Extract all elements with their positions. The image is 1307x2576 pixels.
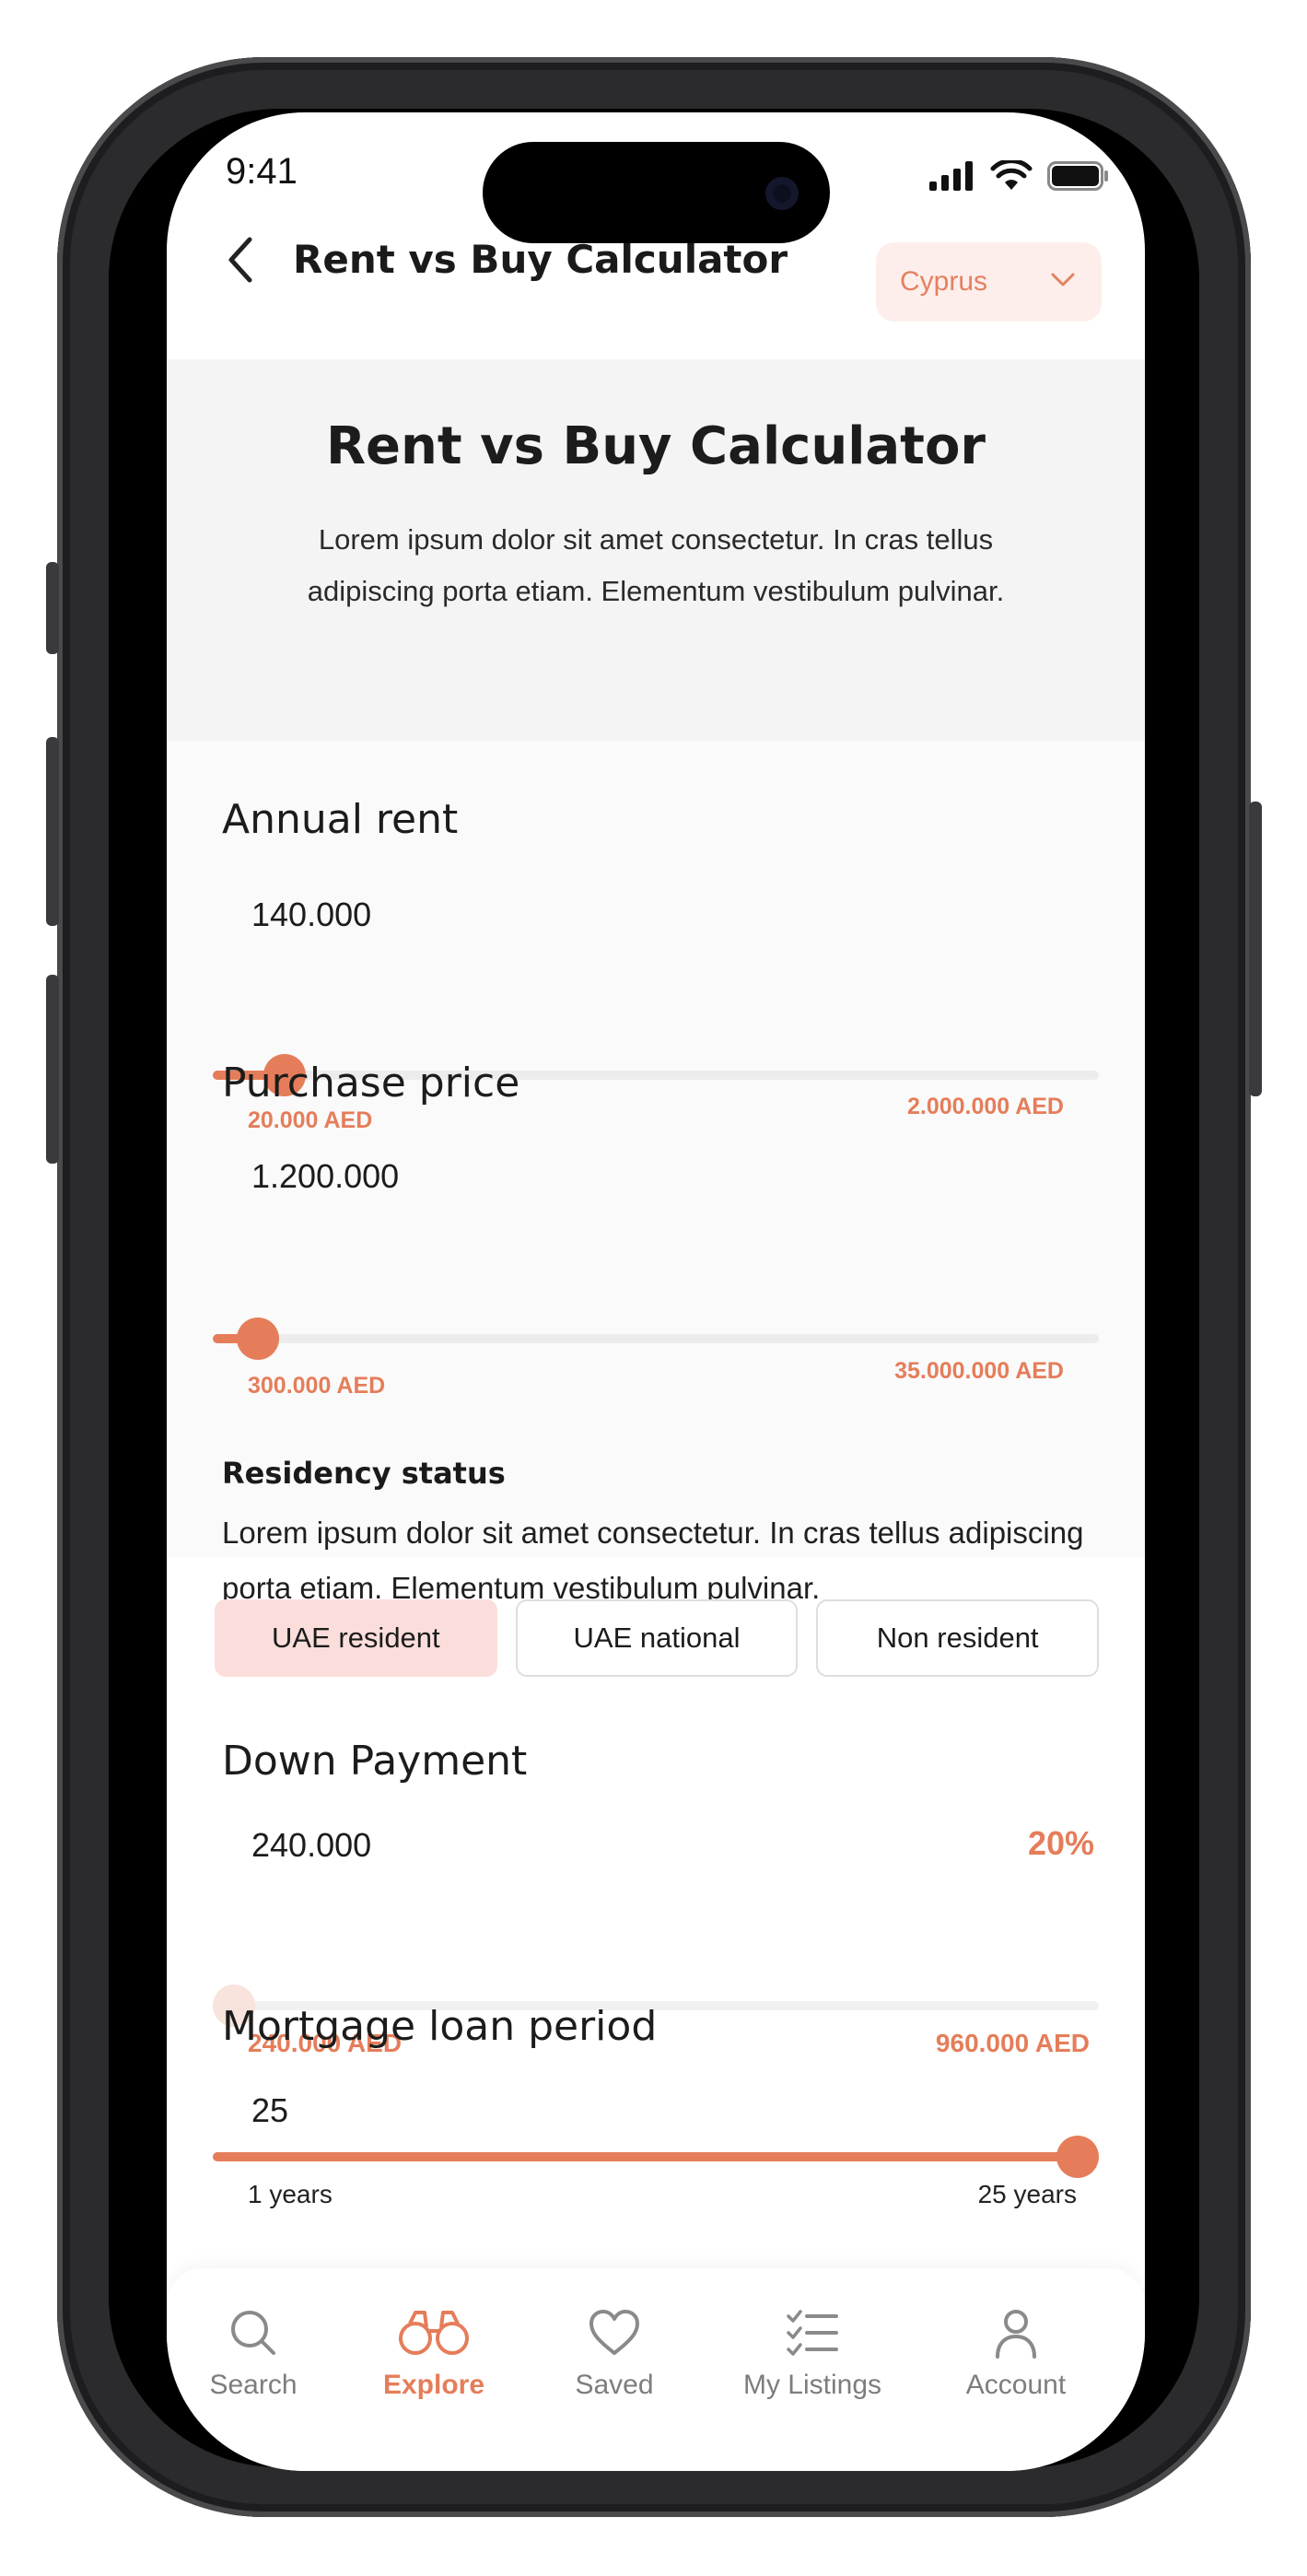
bottom-navigation: Search Explore Saved My Listings Account	[167, 2268, 1145, 2471]
mortgage-period-slider-fill	[213, 2152, 1078, 2161]
residency-status-title: Residency status	[222, 1456, 506, 1491]
country-dropdown[interactable]: Cyprus	[876, 242, 1102, 322]
volume-up-button	[46, 737, 59, 926]
header-title: Rent vs Buy Calculator	[293, 237, 788, 282]
app-header: Rent vs Buy Calculator Cyprus	[167, 112, 1145, 359]
search-icon	[231, 2311, 275, 2355]
nav-search[interactable]: Search	[170, 2305, 336, 2401]
annual-rent-min: 20.000 AED	[248, 1107, 373, 1133]
option-non-resident[interactable]: Non resident	[816, 1599, 1100, 1677]
nav-saved[interactable]: Saved	[531, 2305, 697, 2401]
intro-title: Rent vs Buy Calculator	[325, 416, 986, 476]
annual-rent-label: Annual rent	[222, 796, 459, 843]
mortgage-period-min: 1 years	[248, 2180, 333, 2208]
purchase-price-slider[interactable]	[213, 1317, 1099, 1360]
chevron-down-icon	[1051, 273, 1075, 287]
back-arrow-icon[interactable]	[222, 232, 259, 287]
residency-options: UAE resident UAE national Non resident	[215, 1599, 1100, 1677]
down-payment-max: 960.000 AED	[935, 2029, 1090, 2057]
mortgage-period-max: 25 years	[977, 2180, 1077, 2208]
screen: 9:41 Rent vs Buy Calculator Lorem ipsum …	[167, 112, 1145, 2471]
nav-account-label: Account	[965, 2370, 1067, 2400]
nav-my-listings[interactable]: My Listings	[716, 2305, 909, 2401]
option-uae-resident[interactable]: UAE resident	[215, 1599, 497, 1677]
nav-account[interactable]: Account	[933, 2305, 1099, 2401]
power-button	[1249, 802, 1262, 1096]
checklist-icon	[787, 2310, 838, 2356]
user-icon	[996, 2310, 1036, 2359]
purchase-price-max: 35.000.000 AED	[894, 1358, 1064, 1384]
annual-rent-value[interactable]: 140.000	[251, 896, 371, 934]
purchase-price-min: 300.000 AED	[248, 1373, 386, 1399]
purchase-price-label: Purchase price	[222, 1060, 520, 1107]
intro-panel: Rent vs Buy Calculator Lorem ipsum dolor…	[167, 359, 1145, 741]
option-uae-national[interactable]: UAE national	[515, 1599, 799, 1677]
volume-down-button	[46, 975, 59, 1164]
down-payment-label: Down Payment	[222, 1738, 528, 1785]
action-button	[46, 562, 59, 654]
heart-icon	[589, 2310, 639, 2355]
mortgage-period-value[interactable]: 25	[251, 2091, 288, 2130]
calculator-inputs: Annual rent 140.000 20.000 AED 2.000.000…	[167, 741, 1145, 1605]
intro-description: Lorem ipsum dolor sit amet consectetur. …	[307, 523, 1005, 607]
nav-saved-label: Saved	[575, 2370, 654, 2400]
mortgage-period-label: Mortgage loan period	[222, 2003, 658, 2050]
nav-my-listings-label: My Listings	[742, 2370, 882, 2400]
mortgage-period-slider-thumb[interactable]	[1056, 2136, 1099, 2178]
purchase-price-slider-thumb[interactable]	[236, 1317, 279, 1360]
annual-rent-max: 2.000.000 AED	[906, 1094, 1064, 1119]
nav-search-label: Search	[209, 2370, 298, 2400]
mortgage-period-slider[interactable]	[213, 2136, 1099, 2178]
nav-explore[interactable]: Explore	[351, 2305, 517, 2401]
down-payment-value[interactable]: 240.000	[251, 1826, 371, 1865]
down-payment-percent: 20%	[1027, 1824, 1094, 1862]
binoculars-icon	[399, 2311, 469, 2355]
purchase-price-value[interactable]: 1.200.000	[251, 1157, 399, 1196]
nav-explore-label: Explore	[382, 2370, 485, 2400]
country-selected-value: Cyprus	[900, 266, 988, 297]
